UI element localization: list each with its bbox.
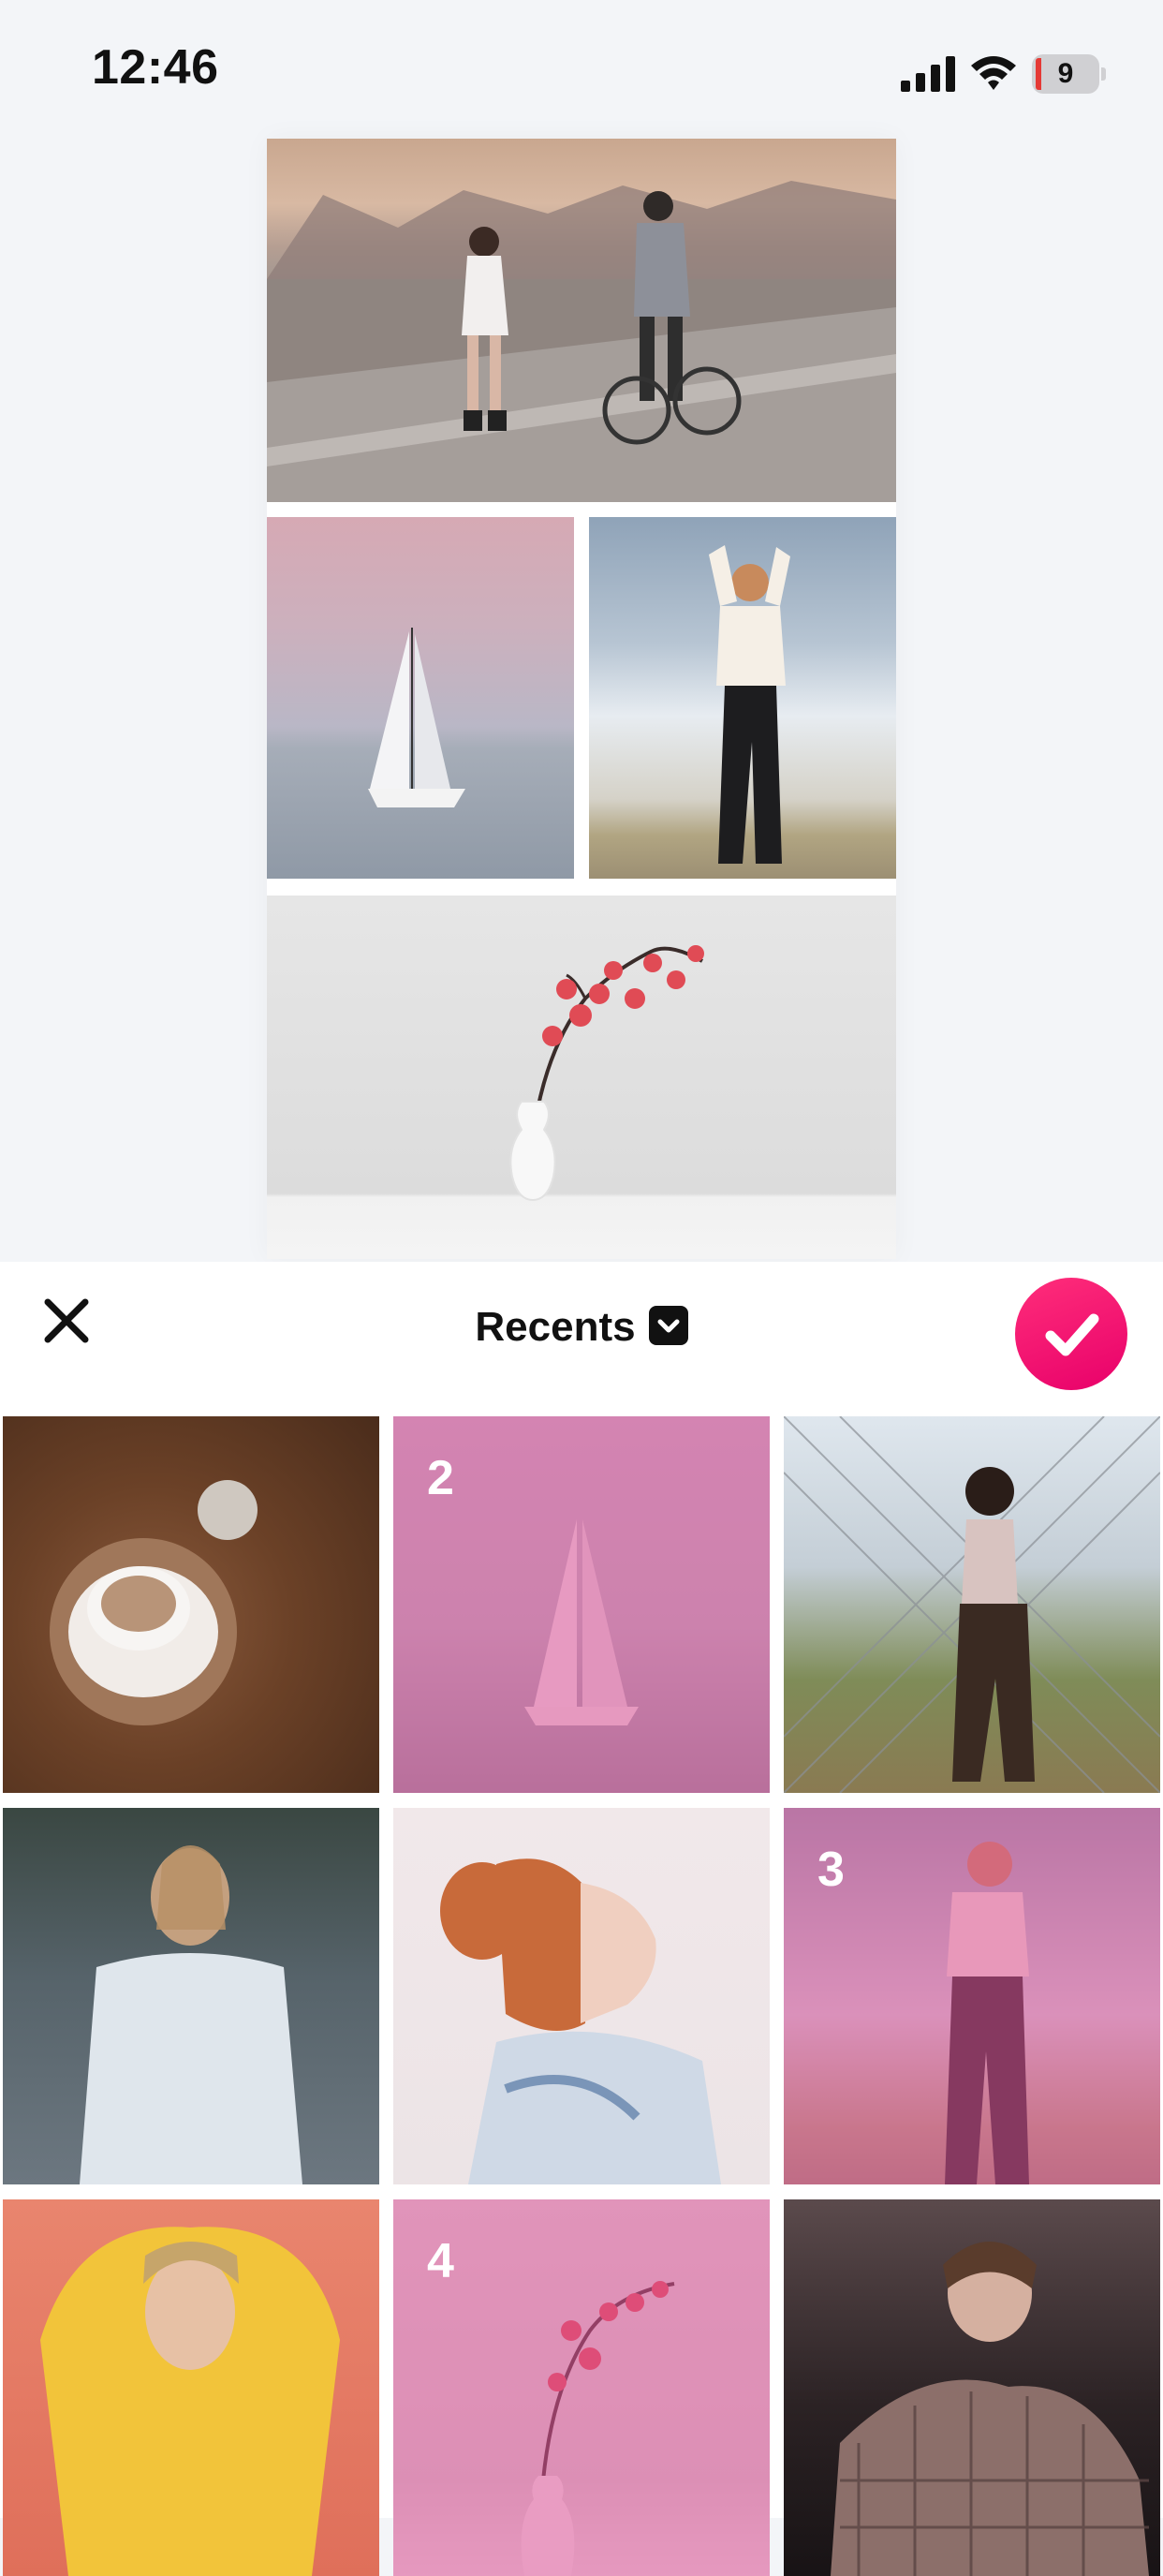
redhead-profile-illustration <box>440 1858 721 2184</box>
photo-grid: 2 3 4 <box>0 1416 1163 2576</box>
wifi-icon <box>971 56 1016 90</box>
man-checkered-jacket-illustration <box>831 2242 1149 2576</box>
status-time: 12:46 <box>92 40 219 95</box>
selection-number: 4 <box>427 2234 454 2288</box>
grid-photo-fence[interactable] <box>784 1416 1160 1793</box>
grid-photo-yellow-sweater[interactable] <box>3 2199 379 2576</box>
album-selector[interactable]: Recents <box>0 1304 1163 1351</box>
collage-photo-vase[interactable] <box>267 896 896 1259</box>
grid-photo-redhead[interactable] <box>393 1808 770 2184</box>
woman-yellow-sweater-illustration <box>40 2227 340 2576</box>
woman-illustration <box>709 545 790 864</box>
confirm-button[interactable] <box>1015 1278 1127 1390</box>
woman-white-tee-illustration <box>80 1845 302 2184</box>
collage-photo-woman[interactable] <box>589 517 896 879</box>
grid-photo-coffee[interactable] <box>3 1416 379 1793</box>
grid-photo-checkered-jacket[interactable] <box>784 2199 1160 2576</box>
coffee-cup-illustration <box>50 1480 258 1725</box>
flower-vase-illustration <box>509 945 704 1202</box>
grid-photo-sailboat[interactable]: 2 <box>393 1416 770 1793</box>
album-title: Recents <box>475 1304 636 1350</box>
sailboat-illustration <box>368 628 465 807</box>
selection-number: 2 <box>427 1451 454 1505</box>
collage-photo-sailboat[interactable] <box>267 517 574 879</box>
chevron-down-icon <box>648 1306 688 1345</box>
grid-photo-white-tee[interactable] <box>3 1808 379 2184</box>
battery-level: 9 <box>1057 58 1074 89</box>
woman-fence-illustration <box>784 1416 1160 1793</box>
cellular-signal-icon <box>901 56 955 92</box>
battery-indicator: 9 <box>1032 54 1106 94</box>
beach-scene-illustration <box>267 181 896 502</box>
collage-preview <box>267 139 896 1259</box>
grid-photo-woman-posing[interactable]: 3 <box>784 1808 1160 2184</box>
grid-photo-flower-vase[interactable]: 4 <box>393 2199 770 2576</box>
checkmark-icon <box>1045 1313 1099 1356</box>
collage-photo-beach[interactable] <box>267 139 896 502</box>
selection-number: 3 <box>817 1843 845 1897</box>
